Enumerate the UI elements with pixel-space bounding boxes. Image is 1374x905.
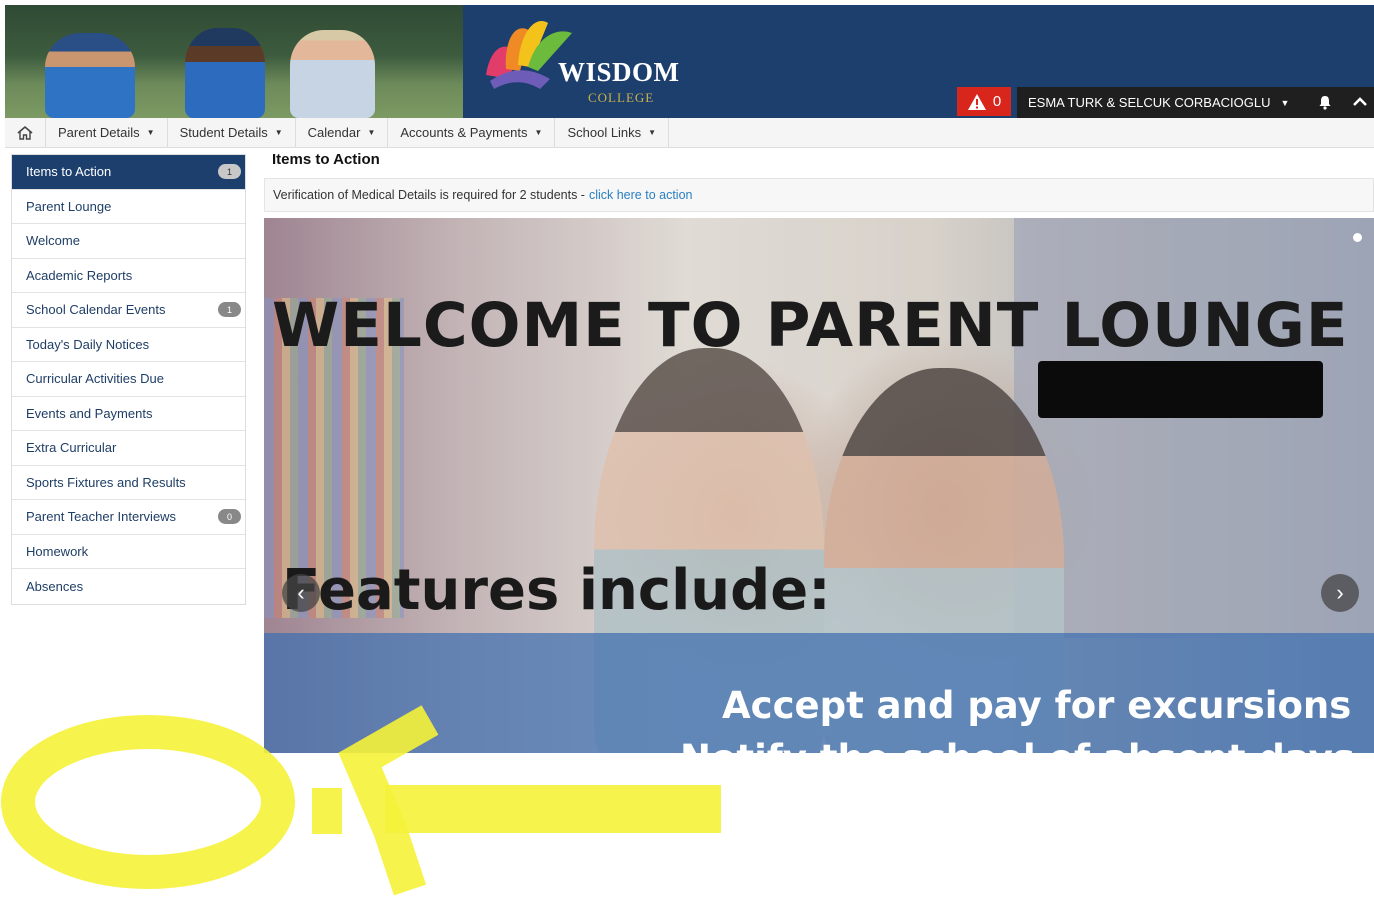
sidebar-menu: Items to Action 1 Parent Lounge Welcome … — [11, 154, 246, 605]
logo-title: WISDOM — [558, 57, 680, 87]
caret-down-icon: ▼ — [274, 128, 283, 137]
sidebar-item-academic-reports[interactable]: Academic Reports — [12, 259, 245, 293]
nav-label: Parent Details — [58, 125, 140, 140]
nav-label: Accounts & Payments — [400, 125, 528, 140]
sidebar-item-events-payments[interactable]: Events and Payments — [12, 397, 245, 431]
sidebar-item-label: Sports Fixtures and Results — [26, 474, 186, 490]
sidebar-item-extra-curricular[interactable]: Extra Curricular — [12, 431, 245, 466]
sidebar-item-parent-teacher-interviews[interactable]: Parent Teacher Interviews 0 — [12, 500, 245, 535]
caret-down-icon: ▼ — [367, 128, 376, 137]
sidebar-item-homework[interactable]: Homework — [12, 535, 245, 569]
nav-label: School Links — [567, 125, 642, 140]
sidebar-item-items-to-action[interactable]: Items to Action 1 — [12, 155, 245, 190]
alert-count: 0 — [992, 93, 1002, 110]
nav-parent-details[interactable]: Parent Details ▼ — [46, 118, 168, 147]
sidebar-item-label: Homework — [26, 543, 89, 559]
nav-label: Calendar — [307, 125, 361, 140]
sidebar-item-label: Academic Reports — [26, 267, 133, 283]
page-title: Items to Action — [272, 151, 380, 168]
user-menu[interactable]: ESMA TURK & SELCUK CORBACIOGLU ▼ — [1017, 87, 1374, 118]
welcome-carousel: WELCOME TO PARENT LOUNGE Features includ… — [264, 218, 1374, 753]
caret-down-icon: ▼ — [648, 128, 657, 137]
chevron-right-icon: › — [1336, 580, 1344, 605]
nav-school-links[interactable]: School Links ▼ — [555, 118, 670, 147]
bell-icon[interactable] — [1317, 94, 1333, 110]
feature-line: Notify the school of absent days — [680, 737, 1355, 753]
sidebar-item-absences[interactable]: Absences — [12, 569, 245, 604]
student-figure — [45, 33, 135, 118]
main-nav: Parent Details ▼ Student Details ▼ Calen… — [5, 118, 1374, 148]
sidebar-item-daily-notices[interactable]: Today's Daily Notices — [12, 328, 245, 362]
warning-icon — [967, 93, 986, 110]
sidebar-item-sports-fixtures[interactable]: Sports Fixtures and Results — [12, 466, 245, 500]
sidebar-item-label: Curricular Activities Due — [26, 371, 164, 387]
user-name: ESMA TURK & SELCUK CORBACIOGLU — [1028, 95, 1271, 110]
action-notice: Verification of Medical Details is requi… — [264, 178, 1374, 212]
nav-calendar[interactable]: Calendar ▼ — [296, 118, 389, 147]
count-badge: 0 — [218, 509, 241, 525]
home-icon — [17, 125, 33, 140]
sidebar-item-curricular-activities[interactable]: Curricular Activities Due — [12, 362, 245, 397]
nav-accounts-payments[interactable]: Accounts & Payments ▼ — [388, 118, 556, 147]
header-photo — [5, 5, 463, 118]
caret-down-icon: ▼ — [534, 128, 543, 137]
chevron-up-icon[interactable] — [1352, 94, 1368, 110]
sidebar-item-label: Today's Daily Notices — [26, 336, 150, 352]
home-button[interactable] — [5, 118, 46, 147]
chevron-left-icon: ‹ — [297, 580, 305, 605]
sidebar-item-label: Parent Lounge — [26, 198, 112, 214]
sidebar-item-label: Events and Payments — [26, 405, 153, 421]
caret-down-icon: ▼ — [1280, 97, 1290, 108]
sidebar-item-welcome[interactable]: Welcome — [12, 224, 245, 259]
action-text: Verification of Medical Details is requi… — [273, 188, 585, 202]
carousel-subheading: Features include: — [282, 558, 831, 623]
sidebar-item-label: School Calendar Events — [26, 302, 166, 318]
logo-subtitle: COLLEGE — [588, 90, 655, 105]
sidebar-item-label: Parent Teacher Interviews — [26, 509, 177, 525]
feature-line: Accept and pay for excursions — [722, 684, 1352, 727]
sidebar-item-label: Extra Curricular — [26, 440, 117, 456]
sidebar-item-label: Items to Action — [26, 164, 112, 180]
sidebar-item-label: Welcome — [26, 233, 80, 249]
student-figure — [290, 30, 375, 118]
count-badge: 1 — [218, 302, 241, 318]
alerts-button[interactable]: 0 — [957, 87, 1011, 116]
sidebar-item-label: Absences — [26, 578, 84, 594]
site-header: WISDOM COLLEGE 0 ESMA TURK & SELCUK CORB… — [5, 5, 1374, 118]
nav-student-details[interactable]: Student Details ▼ — [168, 118, 296, 147]
carousel-indicator[interactable] — [1353, 233, 1362, 242]
student-figure — [185, 28, 265, 118]
carousel-next-button[interactable]: › — [1321, 574, 1359, 612]
sidebar-item-parent-lounge[interactable]: Parent Lounge — [12, 190, 245, 224]
action-link[interactable]: click here to action — [589, 188, 693, 202]
caret-down-icon: ▼ — [146, 128, 155, 137]
carousel-prev-button[interactable]: ‹ — [282, 574, 320, 612]
nav-label: Student Details — [179, 125, 268, 140]
carousel-heading: WELCOME TO PARENT LOUNGE — [272, 290, 1349, 361]
count-badge: 1 — [218, 164, 241, 180]
redaction-block — [1038, 361, 1323, 418]
sidebar-item-school-calendar-events[interactable]: School Calendar Events 1 — [12, 293, 245, 328]
